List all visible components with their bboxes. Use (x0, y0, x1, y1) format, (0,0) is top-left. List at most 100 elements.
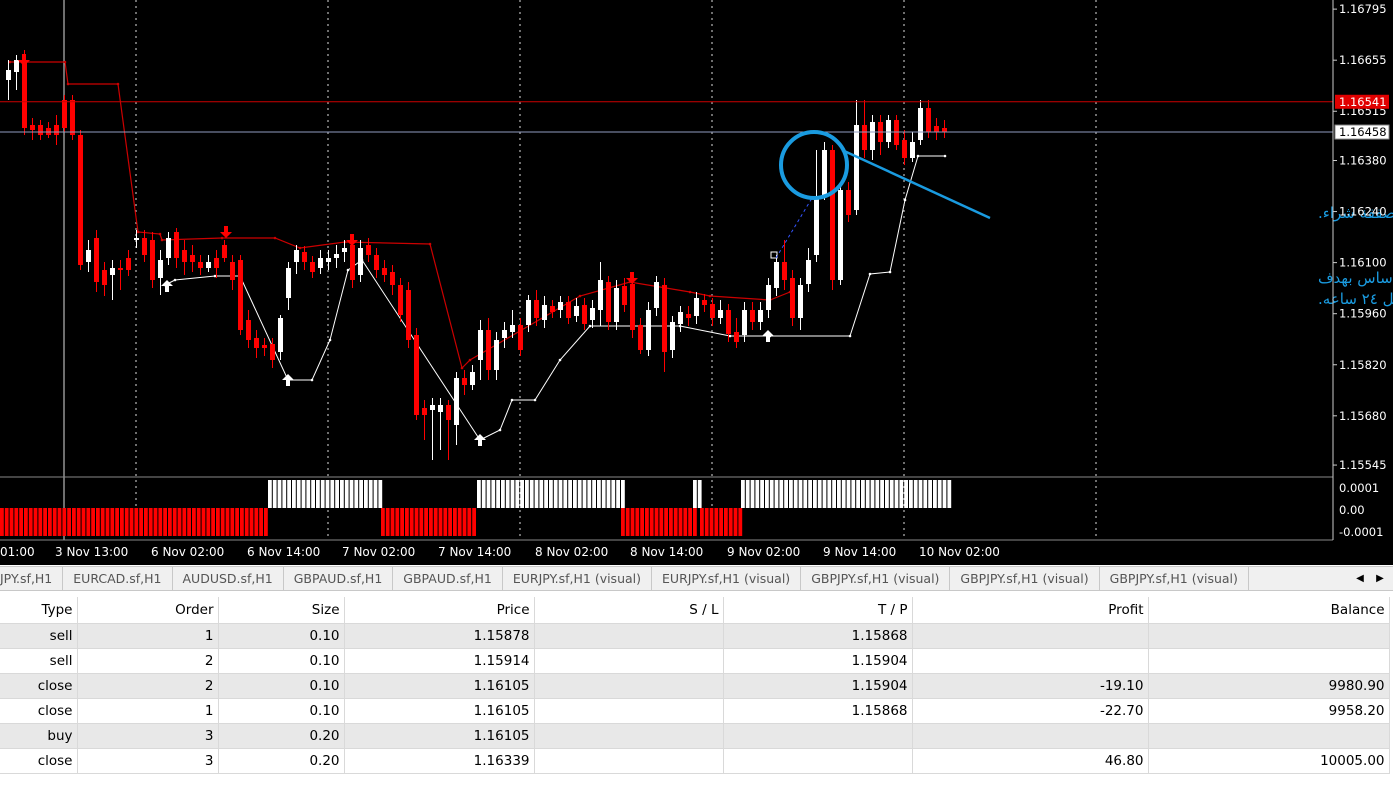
cell-profit: 46.80 (912, 748, 1149, 774)
histogram-bar (789, 480, 793, 508)
stop-dot (578, 294, 582, 298)
histogram-bar (733, 508, 738, 536)
bid-price-label: 1.16458 (1339, 125, 1387, 139)
chart-tab[interactable]: EURJPY.sf,H1 (visual) (503, 567, 653, 590)
stop-dot (903, 198, 907, 202)
table-row[interactable]: sell 2 0.10 1.15914 1.15904 (0, 648, 1390, 674)
histogram-bar (678, 508, 683, 536)
histogram-bar (755, 480, 760, 508)
histogram-bar (937, 480, 942, 508)
candle-body (854, 125, 859, 210)
col-header-price[interactable]: Price (344, 597, 535, 624)
price-tick-label: 1.15680 (1339, 409, 1387, 423)
histogram-bar (244, 508, 249, 536)
stop-dot (346, 268, 350, 272)
col-header-sl[interactable]: S / L (534, 597, 724, 624)
histogram-bar (91, 508, 95, 536)
table-row[interactable]: sell 1 0.10 1.15878 1.15868 (0, 623, 1390, 649)
histogram-bar (148, 508, 153, 536)
table-row[interactable]: buy 3 0.20 1.16105 (0, 723, 1390, 749)
histogram-bar (120, 508, 124, 536)
histogram-bar (688, 508, 692, 536)
candle-body (742, 310, 747, 335)
candle-body (838, 190, 843, 280)
histogram-bar (390, 508, 395, 536)
cell-type: sell (0, 648, 78, 674)
histogram-bar (621, 480, 625, 508)
candle-body (846, 190, 851, 215)
price-tick-label: 1.16380 (1339, 153, 1387, 167)
candle-body (678, 312, 683, 324)
candle-body (286, 268, 291, 298)
histogram-bar (264, 508, 268, 536)
scroll-left-icon[interactable]: ◀ (1351, 567, 1369, 590)
candle-body (590, 308, 595, 320)
histogram-bar (457, 508, 462, 536)
histogram-bar (553, 480, 558, 508)
histogram-bar (368, 480, 373, 508)
cell-order: 3 (77, 748, 219, 774)
candle-body (14, 60, 19, 72)
stop-dot (158, 232, 162, 236)
chart-tab[interactable]: AUDUSD.sf,H1 (173, 567, 284, 590)
price-chart[interactable]: هنا أكمل تعويض الخسارة في الصفقة شراء.ال… (0, 0, 1393, 565)
scroll-right-icon[interactable]: ▶ (1371, 567, 1389, 590)
chart-tab[interactable]: GBPJPY.sf,H1 (visual) (950, 567, 1100, 590)
histogram-bar (9, 508, 14, 536)
histogram-bar (409, 508, 414, 536)
histogram-bar (462, 508, 467, 536)
trailing-stop-line (164, 155, 945, 441)
chart-tab[interactable]: GBPJPY.sf,H1 (visual) (1100, 567, 1249, 590)
table-row[interactable]: close 1 0.10 1.16105 1.15868 -22.70 9958… (0, 698, 1390, 724)
col-header-type[interactable]: Type (0, 597, 78, 624)
cell-balance (1148, 623, 1390, 649)
histogram-bar (491, 480, 496, 508)
stop-dot (728, 334, 732, 338)
col-header-balance[interactable]: Balance (1148, 597, 1390, 624)
histogram-bar (67, 508, 71, 536)
histogram-bar (700, 508, 704, 536)
chart-tab[interactable]: GBPAUD.sf,H1 (284, 567, 394, 590)
histogram-bar (4, 508, 9, 536)
col-header-tp[interactable]: T / P (723, 597, 913, 624)
time-tick-label: 8 Nov 14:00 (630, 545, 703, 559)
col-header-profit[interactable]: Profit (912, 597, 1149, 624)
histogram-bar (765, 480, 769, 508)
histogram-bar (885, 480, 889, 508)
candle-body (510, 325, 515, 332)
histogram-bar (913, 480, 918, 508)
candle-body (870, 122, 875, 150)
cell-price: 1.15914 (344, 648, 535, 674)
histogram-bar (320, 480, 325, 508)
histogram-bar (539, 480, 544, 508)
table-row[interactable]: close 3 0.20 1.16339 46.80 10005.00 (0, 748, 1390, 774)
candle-body (630, 284, 635, 330)
histogram-bar (76, 508, 81, 536)
candle-body (486, 330, 491, 370)
candle-body (902, 140, 907, 158)
histogram-bar (472, 508, 476, 536)
histogram-bar (72, 508, 76, 536)
histogram-bar (616, 480, 620, 508)
histogram-bar (33, 508, 38, 536)
histogram-bar (697, 480, 702, 508)
time-tick-label: 7 Nov 14:00 (438, 545, 511, 559)
chart-tab[interactable]: EURJPY.sf,H1 (visual) (652, 567, 802, 590)
chart-tab[interactable]: GBPJPY.sf,H1 (visual) (801, 567, 951, 590)
chart-canvas[interactable]: هنا أكمل تعويض الخسارة في الصفقة شراء.ال… (0, 0, 1393, 565)
col-header-size[interactable]: Size (218, 597, 345, 624)
stop-dot (328, 338, 332, 342)
chart-tab[interactable]: EURCAD.sf,H1 (63, 567, 173, 590)
cell-tp: 1.15904 (723, 648, 913, 674)
cell-balance (1148, 723, 1390, 749)
candle-body (774, 262, 779, 288)
histogram-bar (597, 480, 601, 508)
chart-tab[interactable]: JPY.sf,H1 (0, 567, 64, 590)
col-header-order[interactable]: Order (77, 597, 219, 624)
table-row[interactable]: close 2 0.10 1.16105 1.15904 -19.10 9980… (0, 673, 1390, 699)
stop-dot (468, 358, 472, 362)
histogram-bar (254, 508, 259, 536)
histogram-bar (760, 480, 764, 508)
chart-tab[interactable]: GBPAUD.sf,H1 (393, 567, 503, 590)
histogram-bar (841, 480, 846, 508)
